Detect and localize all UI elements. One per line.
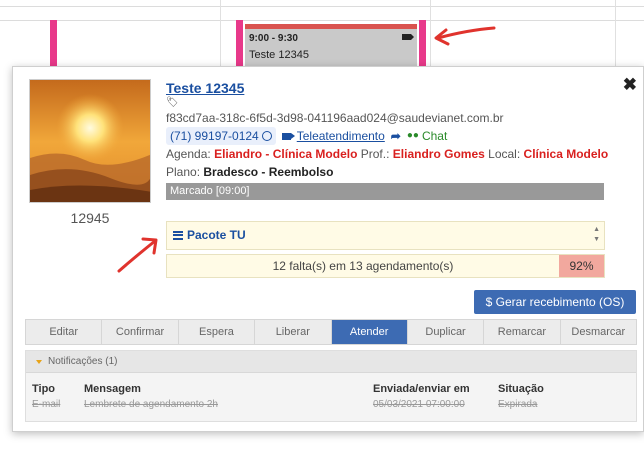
tag-icon[interactable]: 🏷 [166, 97, 636, 109]
row-tipo: E-mail [32, 399, 61, 410]
absences-text: 12 falta(s) em 13 agendamento(s) [272, 259, 454, 273]
patient-info: Teste 12345 🏷 f83cd7aa-318c-6f5d-3d98-04… [166, 79, 636, 200]
row-mensagem: Lembrete de agendamento 2h [84, 399, 218, 410]
column-header-tipo: Tipo [32, 383, 56, 395]
agenda-value: Eliandro - Clínica Modelo [214, 147, 358, 161]
desmarcar-button[interactable]: Desmarcar [561, 320, 636, 344]
editar-button[interactable]: Editar [26, 320, 103, 344]
prof-label: Prof.: [360, 147, 390, 161]
local-value: Clínica Modelo [523, 147, 609, 161]
pacote-link[interactable]: Pacote TU [173, 228, 246, 242]
pacote-label-text: Pacote TU [187, 228, 246, 242]
prof-value: Eliandro Gomes [392, 147, 485, 161]
video-camera-icon [402, 34, 414, 40]
remarcar-button[interactable]: Remarcar [484, 320, 561, 344]
local-label: Local: [488, 147, 521, 161]
patient-name-link[interactable]: Teste 12345 [166, 79, 636, 97]
calendar-col-line [220, 0, 221, 70]
calendar-row-line [0, 6, 644, 7]
espera-button[interactable]: Espera [179, 320, 256, 344]
calendar-row-line [0, 20, 644, 21]
atender-button[interactable]: Atender [331, 320, 408, 344]
chat-label: Chat [421, 129, 448, 143]
row-enviada: 05/03/2021 07:00:00 [373, 399, 465, 410]
arrow-annotation-icon [434, 26, 496, 46]
agenda-label: Agenda: [166, 147, 211, 161]
status-badge: Marcado [09:00] [166, 183, 604, 200]
chat-icon: ●● [406, 130, 419, 141]
scroll-arrows-icon[interactable]: ▲ ▼ [593, 225, 600, 245]
appointment-popup: ✖ 12945 Teste 12345 🏷 f83cd7aa-318c-6f5d… [12, 66, 644, 432]
teleatendimento-link[interactable]: Teleatendimento [281, 127, 385, 145]
notifications-title: Notificações (1) [48, 355, 118, 367]
event-time: 9:00 - 9:30 [249, 33, 298, 44]
agenda-line: Agenda: Eliandro - Clínica Modelo Prof.:… [166, 145, 636, 163]
patient-email: f83cd7aa-318c-6f5d-3d98-041196aad024@sau… [166, 111, 504, 125]
event-title: Teste 12345 [249, 49, 309, 61]
video-camera-icon [281, 132, 295, 140]
share-icon[interactable]: ➦ [391, 127, 401, 145]
chat-link[interactable]: ●● Chat [407, 127, 447, 145]
notifications-toggle[interactable]: Notificações (1) [26, 351, 636, 373]
liberar-button[interactable]: Liberar [255, 320, 332, 344]
calendar-day-marker [419, 20, 426, 70]
teleatendimento-label: Teleatendimento [296, 129, 385, 143]
duplicar-button[interactable]: Duplicar [408, 320, 485, 344]
calendar-day-marker [50, 20, 57, 70]
patient-photo [29, 79, 151, 203]
plano-value: Bradesco - Reembolso [203, 165, 334, 179]
calendar-day-marker [236, 20, 243, 70]
phone-text: (71) 99197-0124 [170, 129, 259, 143]
row-situacao: Expirada [498, 399, 538, 410]
pacote-field[interactable]: Pacote TU ▲ ▼ [166, 221, 605, 250]
plano-line: Plano: Bradesco - Reembolso [166, 163, 636, 181]
contact-line: (71) 99197-0124 Teleatendimento ➦ ●● Cha… [166, 127, 636, 145]
patient-id: 12945 [70, 210, 110, 226]
notifications-panel: Notificações (1) Tipo Mensagem Enviada/e… [25, 350, 637, 422]
gerar-recebimento-button[interactable]: $ Gerar recebimento (OS) [474, 290, 636, 314]
calendar-event[interactable]: 9:00 - 9:30 Teste 12345 [245, 24, 417, 70]
whatsapp-icon [261, 131, 272, 141]
column-header-enviada: Enviada/enviar em [373, 383, 470, 395]
absences-summary: 12 falta(s) em 13 agendamento(s) 92% [166, 254, 605, 278]
column-header-mensagem: Mensagem [84, 383, 141, 395]
list-icon [173, 230, 183, 240]
calendar-col-line [615, 0, 616, 70]
plano-label: Plano: [166, 165, 201, 179]
confirmar-button[interactable]: Confirmar [102, 320, 179, 344]
phone-number[interactable]: (71) 99197-0124 [166, 127, 276, 145]
action-toolbar: Editar Confirmar Espera Liberar Atender … [25, 319, 637, 345]
arrow-annotation-icon [117, 237, 158, 273]
column-header-situacao: Situação [498, 383, 544, 395]
caret-down-icon [36, 359, 42, 364]
absences-percent: 92% [559, 255, 604, 277]
